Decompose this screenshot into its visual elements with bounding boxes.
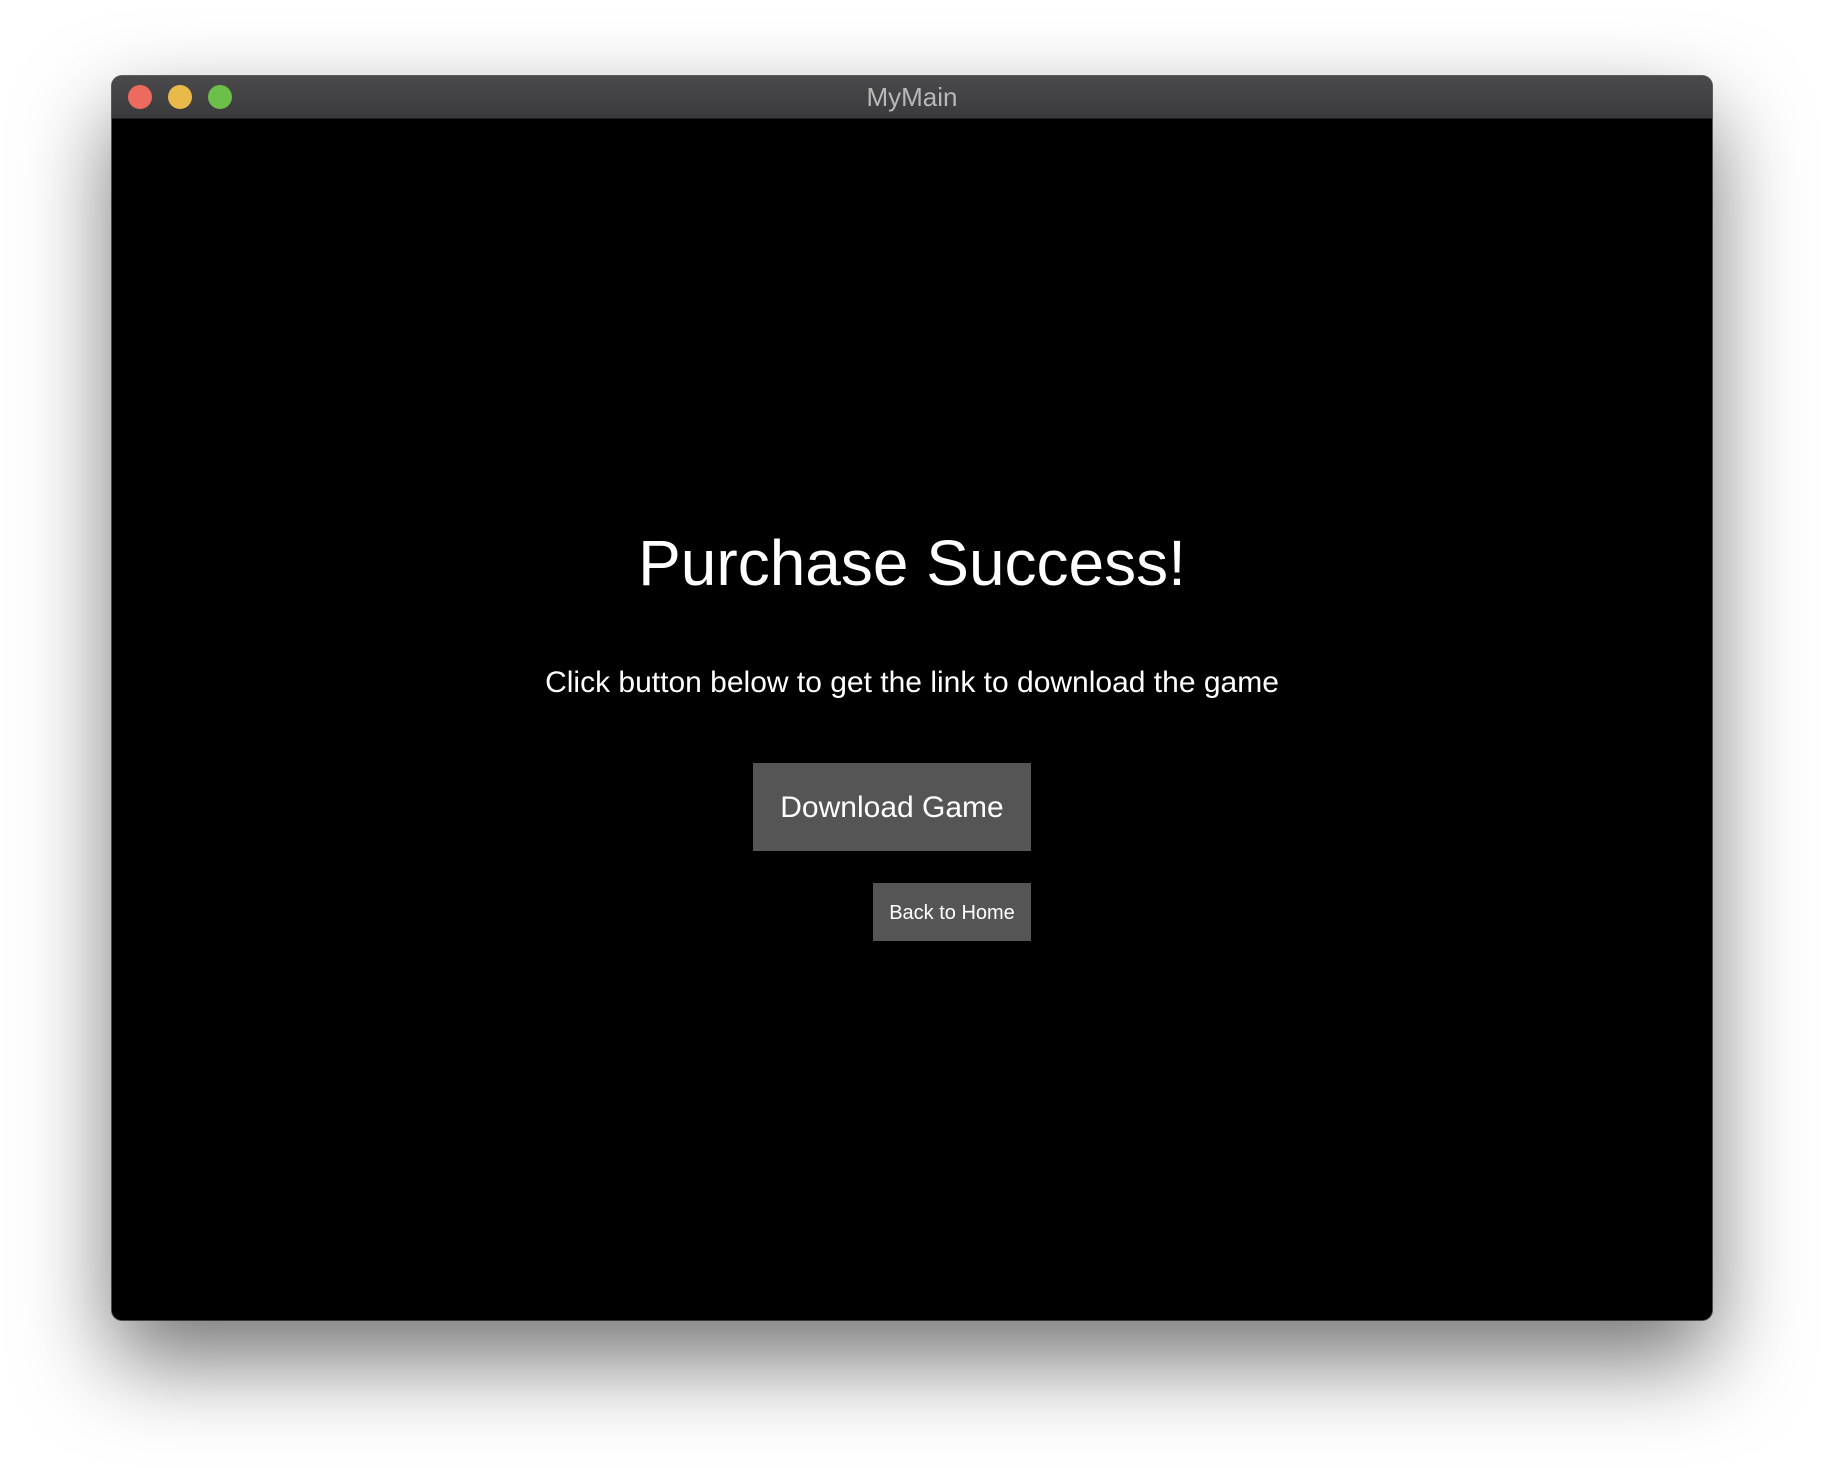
download-game-button[interactable]: Download Game xyxy=(753,763,1031,851)
app-window: MyMain Purchase Success! Click button be… xyxy=(112,76,1712,1320)
instruction-text: Click button below to get the link to do… xyxy=(545,666,1279,699)
main-content: Purchase Success! Click button below to … xyxy=(112,119,1712,1320)
title-bar[interactable]: MyMain xyxy=(112,76,1712,119)
window-title: MyMain xyxy=(866,82,958,112)
back-to-home-button[interactable]: Back to Home xyxy=(873,883,1031,941)
page-title: Purchase Success! xyxy=(638,527,1186,599)
